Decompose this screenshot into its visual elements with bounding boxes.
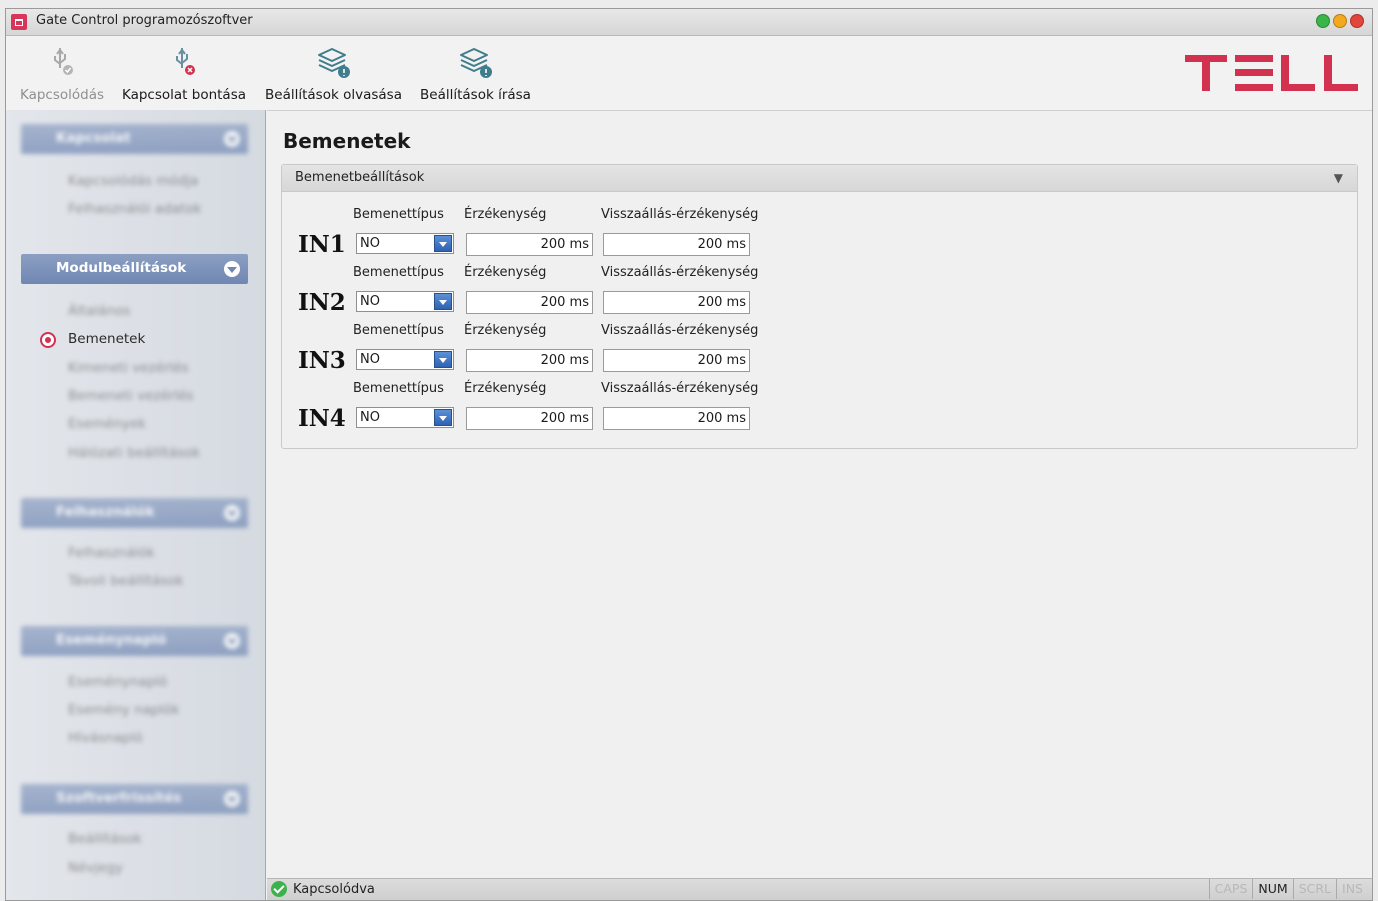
restore-column-label: Visszaállás-érzékenység — [601, 207, 759, 222]
dropdown-arrow-icon[interactable] — [434, 293, 452, 310]
input-name: IN1 — [298, 231, 346, 258]
sidebar-category-connection[interactable]: Kapcsolat — [21, 124, 248, 154]
minimize-button[interactable] — [1316, 14, 1330, 28]
sidebar-category-module-settings[interactable]: Modulbeállítások — [21, 254, 248, 284]
input-name: IN2 — [298, 289, 346, 316]
restore-sensitivity-field[interactable]: 200 ms — [603, 407, 750, 430]
sidebar-item[interactable]: Hálózati beállítások — [68, 445, 200, 461]
disconnect-button[interactable]: Kapcsolat bontása — [118, 36, 250, 110]
sidebar: Kapcsolat Kapcsolódás módja Felhasználói… — [6, 110, 266, 900]
sidebar-item[interactable]: Névjegy — [68, 860, 123, 876]
type-column-label: Bemenettípus — [353, 381, 444, 396]
toolbar: Kapcsolódás Kapcsolat bontása Beállításo… — [6, 36, 1372, 110]
sidebar-item[interactable]: Kimeneti vezérlés — [68, 360, 189, 376]
window-title: Gate Control programozószoftver — [36, 13, 253, 28]
insert-indicator: INS — [1336, 879, 1368, 899]
sensitivity-column-label: Érzékenység — [464, 381, 547, 396]
type-column-label: Bemenettípus — [353, 323, 444, 338]
tell-logo — [1185, 55, 1360, 95]
restore-sensitivity-field[interactable]: 200 ms — [603, 233, 750, 256]
sidebar-item[interactable]: Beállítások — [68, 831, 142, 847]
connect-button[interactable]: Kapcsolódás — [12, 36, 112, 110]
restore-column-label: Visszaállás-érzékenység — [601, 381, 759, 396]
chevron-down-icon — [224, 791, 240, 807]
sensitivity-column-label: Érzékenység — [464, 207, 547, 222]
usb-connect-icon — [54, 48, 73, 75]
input-row-2: Bemenettípus Érzékenység Visszaállás-érz… — [282, 265, 882, 323]
input-row-1: Bemenettípus Érzékenység Visszaállás-érz… — [282, 207, 882, 265]
gate-app-icon — [11, 14, 27, 30]
type-column-label: Bemenettípus — [353, 207, 444, 222]
sidebar-category-users[interactable]: Felhasználók — [21, 498, 248, 528]
input-row-3: Bemenettípus Érzékenység Visszaállás-érz… — [282, 323, 882, 381]
input-name: IN3 — [298, 347, 346, 374]
layers-read-icon — [317, 48, 350, 78]
sidebar-category-event-log[interactable]: Eseménynapló — [21, 626, 248, 656]
connected-check-icon — [271, 881, 287, 897]
panel-header[interactable]: Bemenetbeállítások ▼ — [282, 165, 1357, 192]
write-settings-label: Beállítások írása — [420, 87, 531, 103]
restore-sensitivity-field[interactable]: 200 ms — [603, 349, 750, 372]
sensitivity-field[interactable]: 200 ms — [466, 233, 593, 256]
collapse-arrow-icon[interactable]: ▼ — [1334, 171, 1343, 185]
close-button[interactable] — [1350, 14, 1364, 28]
layers-write-icon — [459, 48, 492, 78]
write-settings-button[interactable]: Beállítások írása — [413, 36, 538, 110]
app-window: Gate Control programozószoftver Kapcsoló… — [5, 8, 1373, 901]
connect-label: Kapcsolódás — [19, 87, 105, 103]
sidebar-item[interactable]: Távoli beállítások — [68, 573, 183, 589]
sidebar-item[interactable]: Bemeneti vezérlés — [68, 388, 194, 404]
sidebar-item[interactable]: Felhasználói adatok — [68, 201, 201, 217]
num-indicator: NUM — [1252, 879, 1292, 899]
restore-column-label: Visszaállás-érzékenység — [601, 323, 759, 338]
restore-column-label: Visszaállás-érzékenység — [601, 265, 759, 280]
panel-title: Bemenetbeállítások — [295, 170, 425, 185]
read-settings-button[interactable]: Beállítások olvasása — [261, 36, 406, 110]
sidebar-item-inputs[interactable]: Bemenetek — [68, 331, 145, 347]
chevron-down-icon — [224, 633, 240, 649]
read-settings-label: Beállítások olvasása — [265, 87, 402, 103]
sensitivity-field[interactable]: 200 ms — [466, 291, 593, 314]
usb-disconnect-icon — [176, 48, 195, 75]
chevron-down-icon — [224, 505, 240, 521]
input-type-select[interactable]: NO — [356, 349, 454, 370]
keyboard-indicators: CAPS NUM SCRL INS — [1208, 879, 1368, 899]
selected-radio-icon — [40, 332, 56, 348]
sensitivity-field[interactable]: 200 ms — [466, 349, 593, 372]
sidebar-item[interactable]: Kapcsolódás módja — [68, 173, 198, 189]
sidebar-item[interactable]: Esemény naplók — [68, 702, 179, 718]
chevron-down-icon — [224, 131, 240, 147]
input-type-select[interactable]: NO — [356, 291, 454, 312]
title-bar: Gate Control programozószoftver — [6, 9, 1372, 36]
sidebar-item[interactable]: Hívásnapló — [68, 730, 143, 746]
status-bar: Kapcsolódva CAPS NUM SCRL INS — [267, 878, 1372, 900]
sidebar-item[interactable]: Felhasználók — [68, 545, 155, 561]
input-settings-panel: Bemenetbeállítások ▼ Bemenettípus Érzéke… — [281, 164, 1358, 449]
maximize-button[interactable] — [1333, 14, 1347, 28]
input-name: IN4 — [298, 405, 346, 432]
input-type-select[interactable]: NO — [356, 233, 454, 254]
sensitivity-field[interactable]: 200 ms — [466, 407, 593, 430]
sensitivity-column-label: Érzékenység — [464, 323, 547, 338]
sidebar-item[interactable]: Általános — [68, 303, 130, 319]
connection-status: Kapcsolódva — [293, 882, 375, 897]
sidebar-item[interactable]: Események — [68, 416, 146, 432]
disconnect-label: Kapcsolat bontása — [121, 87, 247, 103]
input-type-select[interactable]: NO — [356, 407, 454, 428]
main-content: Bemenetek Bemenetbeállítások ▼ Bemenettí… — [267, 110, 1372, 879]
chevron-down-icon — [224, 261, 240, 277]
restore-sensitivity-field[interactable]: 200 ms — [603, 291, 750, 314]
sidebar-category-firmware[interactable]: Szoftverfrissítés — [21, 784, 248, 814]
sidebar-item[interactable]: Eseménynapló — [68, 674, 167, 690]
type-column-label: Bemenettípus — [353, 265, 444, 280]
dropdown-arrow-icon[interactable] — [434, 235, 452, 252]
page-title: Bemenetek — [283, 129, 411, 153]
sensitivity-column-label: Érzékenység — [464, 265, 547, 280]
dropdown-arrow-icon[interactable] — [434, 351, 452, 368]
caps-indicator: CAPS — [1208, 879, 1253, 899]
input-row-4: Bemenettípus Érzékenység Visszaállás-érz… — [282, 381, 882, 439]
dropdown-arrow-icon[interactable] — [434, 409, 452, 426]
scroll-indicator: SCRL — [1292, 879, 1336, 899]
